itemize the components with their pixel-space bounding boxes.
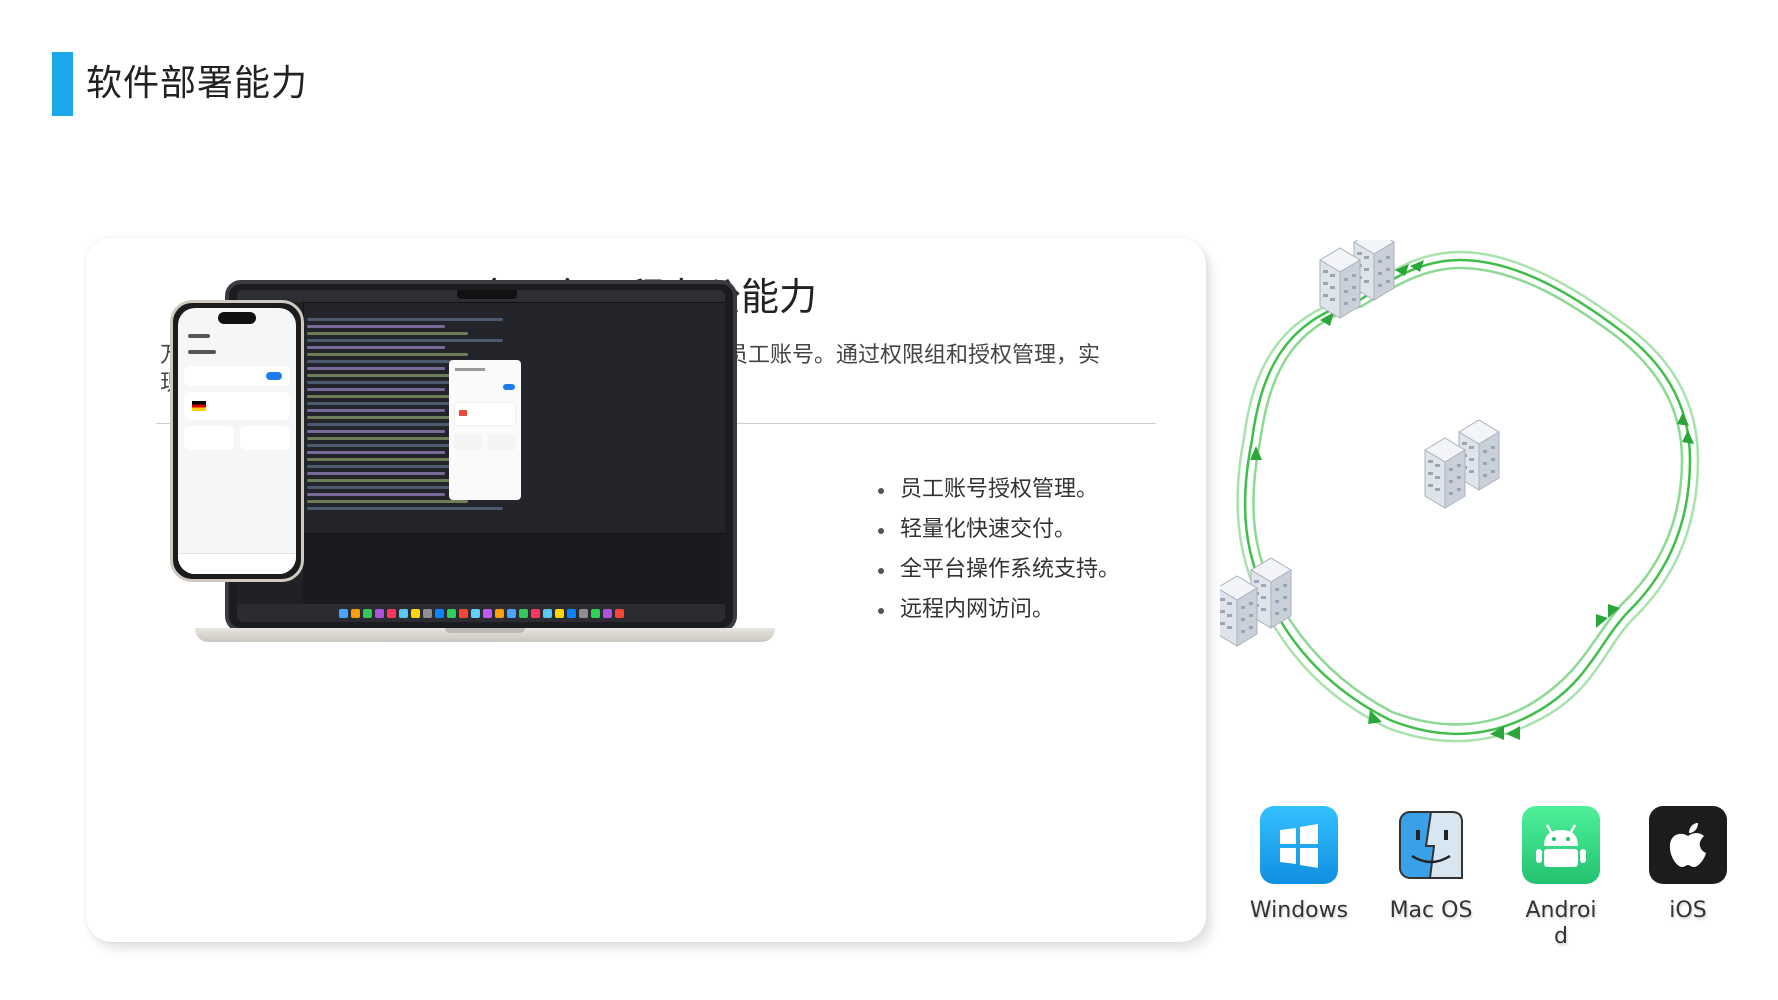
network-links [1236,250,1700,743]
dock [237,604,725,622]
platform-label: Windows [1249,898,1349,923]
platform-label: Mac OS [1389,898,1473,923]
server-cluster-icon [1220,240,1499,646]
title-accent-bar [52,52,73,116]
terminal-panel [303,533,725,604]
platform-ios: iOS [1633,806,1743,924]
flag-icon [192,401,206,411]
app-window [449,360,521,500]
feature-item: 远程内网访问。 [876,590,1120,630]
platform-windows: Windows [1244,806,1354,924]
phone-tab-bar [178,553,296,574]
phone-mockup-image [170,300,304,582]
phone-screen [178,308,296,574]
platform-label: Android [1525,898,1597,949]
windows-icon [1260,806,1338,884]
laptop-screen [237,290,725,622]
platform-android: Android [1506,806,1616,950]
platform-macos: Mac OS [1376,806,1486,924]
network-ring-diagram [1220,240,1700,743]
feature-item: 全平台操作系统支持。 [876,550,1120,590]
page-title: 软件部署能力 [86,63,309,104]
feature-item: 员工账号授权管理。 [876,470,1120,510]
android-icon [1522,806,1600,884]
feature-list: 员工账号授权管理。 轻量化快速交付。 全平台操作系统支持。 远程内网访问。 [876,470,1120,630]
finder-icon [1392,806,1470,884]
apple-icon [1649,806,1727,884]
feature-item: 轻量化快速交付。 [876,510,1120,550]
camera-notch [457,290,517,299]
platform-label: iOS [1669,898,1707,923]
